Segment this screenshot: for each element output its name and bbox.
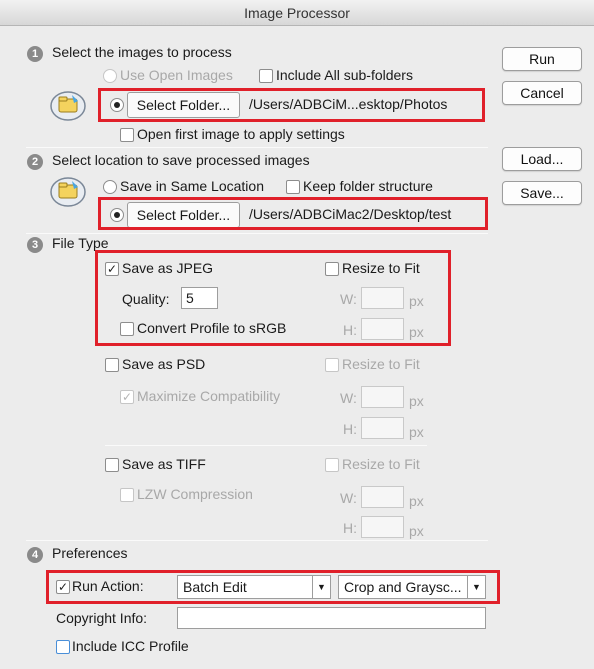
tiff-width-input[interactable] bbox=[361, 486, 404, 508]
open-first-image-label: Open first image to apply settings bbox=[137, 126, 345, 142]
tiff-width-label: W: bbox=[340, 490, 357, 506]
save-as-psd-checkbox[interactable] bbox=[105, 358, 119, 372]
psd-width-unit: px bbox=[409, 393, 424, 409]
cancel-button[interactable]: Cancel bbox=[502, 81, 582, 105]
lzw-compression-checkbox[interactable] bbox=[120, 488, 134, 502]
section4-heading: Preferences bbox=[52, 545, 128, 561]
psd-resize-checkbox[interactable] bbox=[325, 358, 339, 372]
psd-height-label: H: bbox=[343, 421, 357, 437]
copyright-input[interactable] bbox=[177, 607, 486, 629]
tiff-resize-checkbox[interactable] bbox=[325, 458, 339, 472]
use-open-images-label: Use Open Images bbox=[120, 67, 233, 83]
save-same-location-label: Save in Same Location bbox=[120, 178, 264, 194]
psd-resize-label: Resize to Fit bbox=[342, 356, 420, 372]
tiff-height-label: H: bbox=[343, 520, 357, 536]
run-action-highlight bbox=[46, 570, 500, 604]
step-4-icon: 4 bbox=[27, 547, 43, 563]
open-first-image-checkbox[interactable] bbox=[120, 128, 134, 142]
source-folder-highlight bbox=[98, 88, 485, 122]
divider bbox=[26, 147, 488, 148]
tiff-height-input[interactable] bbox=[361, 516, 404, 538]
jpeg-options-highlight bbox=[95, 250, 451, 346]
step-1-icon: 1 bbox=[27, 46, 43, 62]
save-settings-button[interactable]: Save... bbox=[502, 181, 582, 205]
tiff-resize-label: Resize to Fit bbox=[342, 456, 420, 472]
maximize-compatibility-checkbox[interactable]: ✓ bbox=[120, 390, 134, 404]
section1-heading: Select the images to process bbox=[52, 44, 232, 60]
save-as-tiff-label: Save as TIFF bbox=[122, 456, 206, 472]
tiff-height-unit: px bbox=[409, 523, 424, 539]
use-open-images-radio[interactable] bbox=[103, 69, 117, 83]
section3-heading: File Type bbox=[52, 235, 109, 251]
psd-height-input[interactable] bbox=[361, 417, 404, 439]
lzw-compression-label: LZW Compression bbox=[137, 486, 253, 502]
include-icc-label: Include ICC Profile bbox=[72, 638, 189, 654]
psd-width-input[interactable] bbox=[361, 386, 404, 408]
keep-folder-structure-label: Keep folder structure bbox=[303, 178, 433, 194]
destination-folder-highlight bbox=[98, 197, 488, 230]
photoshop-folder-icon bbox=[50, 91, 86, 121]
tiff-width-unit: px bbox=[409, 493, 424, 509]
divider bbox=[26, 233, 488, 234]
divider bbox=[26, 540, 488, 541]
section2-heading: Select location to save processed images bbox=[52, 152, 310, 168]
psd-width-label: W: bbox=[340, 390, 357, 406]
save-as-psd-label: Save as PSD bbox=[122, 356, 206, 372]
include-subfolders-label: Include All sub-folders bbox=[276, 67, 413, 83]
keep-folder-structure-checkbox[interactable] bbox=[286, 180, 300, 194]
save-same-location-radio[interactable] bbox=[103, 180, 117, 194]
run-button[interactable]: Run bbox=[502, 47, 582, 71]
maximize-compatibility-label: Maximize Compatibility bbox=[137, 388, 281, 404]
include-subfolders-checkbox[interactable] bbox=[259, 69, 273, 83]
load-button[interactable]: Load... bbox=[502, 147, 582, 171]
photoshop-folder-icon bbox=[50, 177, 86, 207]
step-2-icon: 2 bbox=[27, 154, 43, 170]
include-icc-checkbox[interactable] bbox=[56, 640, 70, 654]
psd-height-unit: px bbox=[409, 424, 424, 440]
window-title: Image Processor bbox=[0, 0, 594, 26]
copyright-label: Copyright Info: bbox=[56, 610, 148, 626]
save-as-tiff-checkbox[interactable] bbox=[105, 458, 119, 472]
divider bbox=[105, 445, 427, 446]
step-3-icon: 3 bbox=[27, 237, 43, 253]
